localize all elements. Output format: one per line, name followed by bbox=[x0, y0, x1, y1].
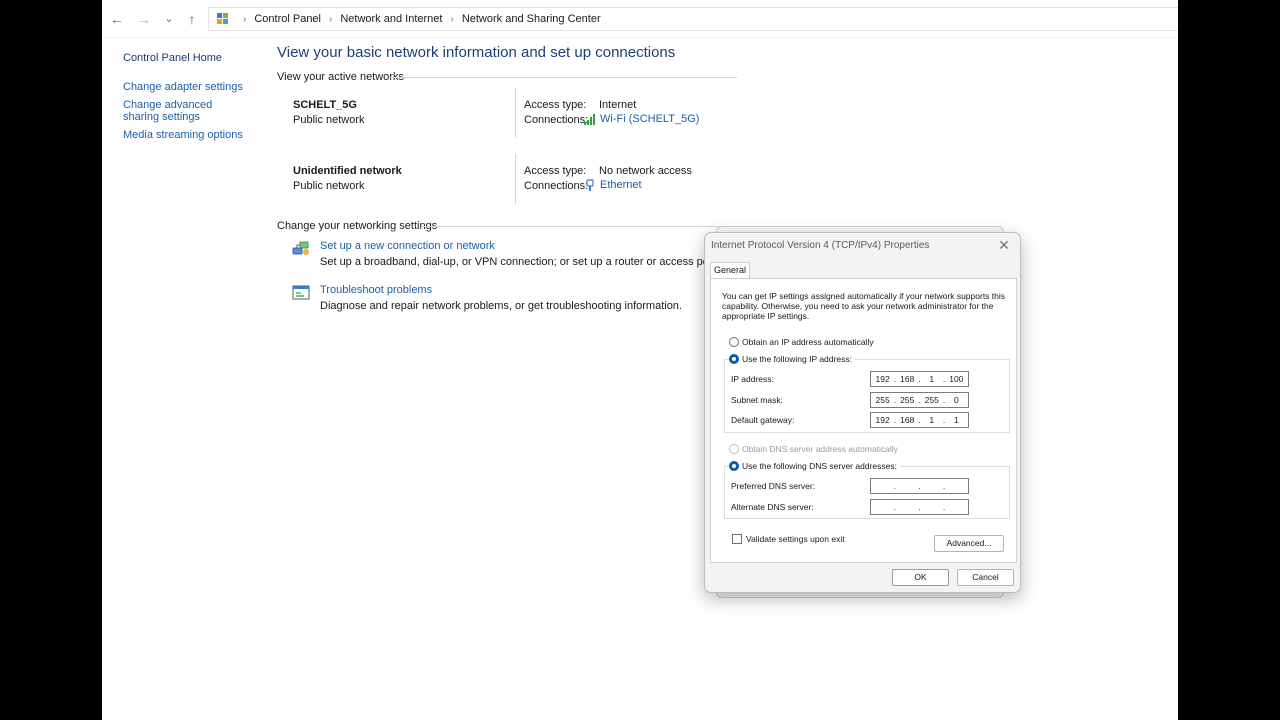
ip-octet: 255 bbox=[924, 395, 939, 405]
access-type-value: No network access bbox=[599, 165, 692, 177]
preferred-dns-field[interactable]: . . . bbox=[870, 478, 969, 494]
chevron-down-icon[interactable]: ⌄ bbox=[158, 8, 180, 30]
divider bbox=[515, 154, 516, 204]
connections-label: Connections: bbox=[524, 114, 589, 126]
ok-button[interactable]: OK bbox=[892, 569, 949, 586]
dns-auto-label: Obtain DNS server address automatically bbox=[742, 444, 898, 454]
ethernet-connection-label[interactable]: Ethernet bbox=[600, 179, 642, 191]
ethernet-connection-link[interactable]: Ethernet bbox=[584, 179, 642, 191]
troubleshoot-icon bbox=[292, 285, 310, 300]
ip-auto-radio[interactable]: Obtain an IP address automatically bbox=[729, 337, 874, 347]
wifi-signal-icon bbox=[584, 113, 595, 125]
validate-settings-checkbox[interactable]: Validate settings upon exit bbox=[732, 534, 845, 544]
ip-octet: 100 bbox=[949, 374, 964, 384]
ip-manual-radio[interactable]: Use the following IP address: bbox=[729, 354, 855, 364]
ip-octet: 192 bbox=[875, 415, 890, 425]
network-name: Unidentified network bbox=[293, 165, 402, 177]
default-gateway-field[interactable]: 192. 168. 1. 1 bbox=[870, 412, 969, 428]
checkbox-icon bbox=[732, 534, 742, 544]
advanced-button[interactable]: Advanced... bbox=[934, 535, 1004, 552]
radio-icon bbox=[729, 337, 739, 347]
ip-octet: 192 bbox=[875, 374, 890, 384]
sidebar-item-advanced-sharing[interactable]: Change advanced sharing settings bbox=[123, 99, 238, 123]
ip-octet: 255 bbox=[900, 395, 915, 405]
ip-address-field[interactable]: 192. 168. 1. 100 bbox=[870, 371, 969, 387]
setup-connection-desc: Set up a broadband, dial-up, or VPN conn… bbox=[320, 256, 724, 268]
control-panel-icon bbox=[217, 13, 229, 25]
preferred-dns-label: Preferred DNS server: bbox=[731, 481, 816, 491]
troubleshoot-desc: Diagnose and repair network problems, or… bbox=[320, 300, 682, 312]
ip-octet: 255 bbox=[875, 395, 890, 405]
access-type-label: Access type: bbox=[524, 99, 587, 111]
address-toolbar: ← → ⌄ ↑ › Control Panel › Network and In… bbox=[102, 0, 1178, 38]
wifi-connection-link[interactable]: Wi-Fi (SCHELT_5G) bbox=[584, 113, 699, 125]
ip-octet: 168 bbox=[900, 374, 915, 384]
divider bbox=[389, 77, 737, 78]
ip-octet: 1 bbox=[953, 415, 959, 425]
divider bbox=[422, 226, 737, 227]
ethernet-icon bbox=[586, 179, 594, 191]
background bbox=[1178, 0, 1280, 720]
subnet-mask-label: Subnet mask: bbox=[731, 395, 783, 405]
ip-auto-label: Obtain an IP address automatically bbox=[742, 337, 874, 347]
network-category: Public network bbox=[293, 114, 365, 126]
access-type-label: Access type: bbox=[524, 165, 587, 177]
breadcrumb-separator: › bbox=[450, 13, 454, 25]
breadcrumb-separator: › bbox=[329, 13, 333, 25]
page-title: View your basic network information and … bbox=[277, 44, 676, 61]
radio-selected-icon bbox=[729, 354, 739, 364]
dns-manual-radio[interactable]: Use the following DNS server addresses: bbox=[729, 461, 900, 471]
alternate-dns-field[interactable]: . . . bbox=[870, 499, 969, 515]
ip-octet: 1 bbox=[929, 415, 935, 425]
network-category: Public network bbox=[293, 180, 365, 192]
close-icon[interactable]: ✕ bbox=[995, 236, 1013, 254]
subnet-mask-field[interactable]: 255. 255. 255. 0 bbox=[870, 392, 969, 408]
breadcrumb-separator: › bbox=[243, 13, 247, 25]
address-bar[interactable]: › Control Panel › Network and Internet ›… bbox=[208, 7, 1178, 31]
active-networks-heading: View your active networks bbox=[277, 71, 404, 83]
sidebar: Control Panel Home Change adapter settin… bbox=[123, 52, 263, 147]
dialog-intro-text: You can get IP settings assigned automat… bbox=[722, 291, 1006, 321]
troubleshoot-link[interactable]: Troubleshoot problems bbox=[320, 284, 432, 296]
breadcrumb-network-sharing-center[interactable]: Network and Sharing Center bbox=[462, 13, 601, 25]
general-tab-page: You can get IP settings assigned automat… bbox=[710, 278, 1017, 563]
radio-selected-icon bbox=[729, 461, 739, 471]
default-gateway-label: Default gateway: bbox=[731, 415, 795, 425]
networking-settings-heading: Change your networking settings bbox=[277, 220, 438, 232]
dns-manual-label: Use the following DNS server addresses: bbox=[742, 461, 897, 471]
wifi-connection-label[interactable]: Wi-Fi (SCHELT_5G) bbox=[600, 113, 699, 125]
tab-general[interactable]: General bbox=[710, 262, 750, 279]
ip-octet: 0 bbox=[953, 395, 959, 405]
validate-settings-label: Validate settings upon exit bbox=[746, 534, 845, 544]
radio-icon bbox=[729, 444, 739, 454]
sidebar-home-link[interactable]: Control Panel Home bbox=[123, 52, 263, 64]
cancel-button[interactable]: Cancel bbox=[957, 569, 1014, 586]
ip-address-label: IP address: bbox=[731, 374, 774, 384]
ip-octet: 168 bbox=[900, 415, 915, 425]
breadcrumb-network-internet[interactable]: Network and Internet bbox=[340, 13, 442, 25]
dns-auto-radio[interactable]: Obtain DNS server address automatically bbox=[729, 444, 898, 454]
ipv4-properties-dialog: Internet Protocol Version 4 (TCP/IPv4) P… bbox=[704, 232, 1021, 593]
divider bbox=[515, 88, 516, 138]
sidebar-item-media-streaming[interactable]: Media streaming options bbox=[123, 129, 263, 141]
arrow-right-icon[interactable]: → bbox=[133, 8, 155, 30]
new-connection-icon bbox=[292, 241, 309, 255]
alternate-dns-label: Alternate DNS server: bbox=[731, 502, 814, 512]
network-name: SCHELT_5G bbox=[293, 99, 357, 111]
dialog-title: Internet Protocol Version 4 (TCP/IPv4) P… bbox=[711, 240, 930, 251]
arrow-up-icon[interactable]: ↑ bbox=[181, 8, 203, 30]
access-type-value: Internet bbox=[599, 99, 637, 111]
ip-octet: 1 bbox=[929, 374, 935, 384]
breadcrumb-control-panel[interactable]: Control Panel bbox=[254, 13, 321, 25]
ip-manual-label: Use the following IP address: bbox=[742, 354, 852, 364]
setup-connection-link[interactable]: Set up a new connection or network bbox=[320, 240, 495, 252]
connections-label: Connections: bbox=[524, 180, 589, 192]
arrow-left-icon[interactable]: ← bbox=[106, 8, 128, 30]
sidebar-item-adapter-settings[interactable]: Change adapter settings bbox=[123, 81, 263, 93]
